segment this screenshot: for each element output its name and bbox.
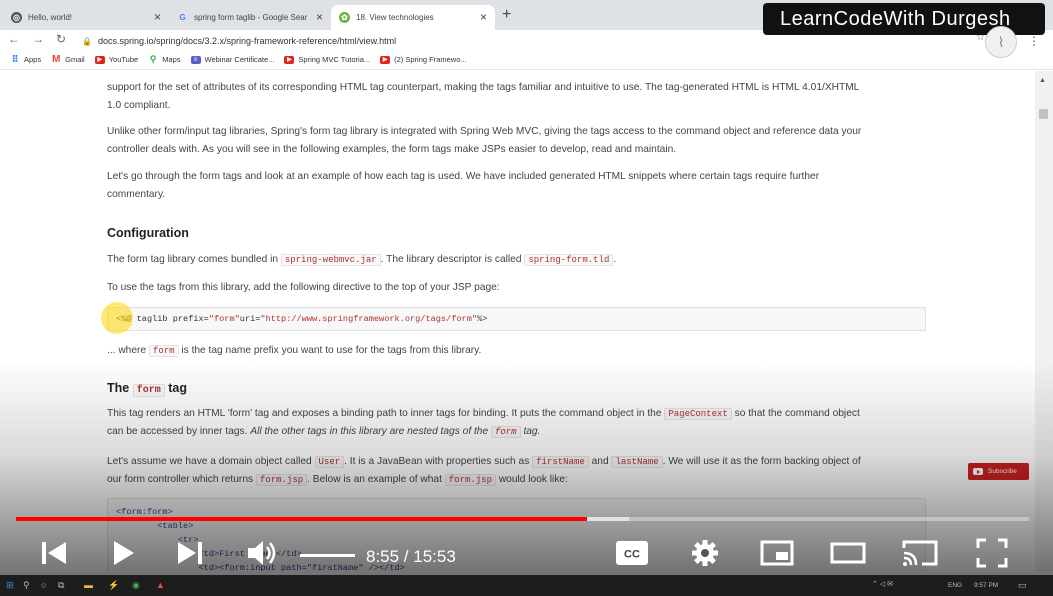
url-input[interactable]: 🔒 docs.spring.io/spring/docs/3.2.x/sprin… [82, 33, 962, 49]
tab-title: spring form taglib - Google Sear [194, 13, 308, 22]
tab-google-search[interactable]: G spring form taglib - Google Sear × [169, 5, 331, 30]
app-icon[interactable]: ▲ [156, 580, 165, 590]
close-icon[interactable]: × [316, 10, 323, 24]
more-menu-icon[interactable]: ⋮ [1028, 34, 1040, 48]
bookmarks-bar: ⠿ Apps M Gmail ▶ YouTube ⚲ Maps ≡ Webinar Cer… [0, 50, 1053, 70]
app-icon[interactable]: ⚡ [108, 580, 119, 591]
youtube-icon [973, 468, 983, 475]
documentation-page: support for the set of attributes of its… [0, 71, 1035, 571]
language-indicator[interactable]: ENG [948, 582, 962, 589]
file-explorer-icon[interactable]: ▬ [84, 580, 93, 590]
google-icon: G [179, 13, 186, 22]
notifications-icon[interactable]: ▭ [1018, 580, 1027, 591]
code-spring-webmvc-jar: spring-webmvc.jar [280, 254, 381, 266]
gmail-icon: M [51, 54, 61, 65]
captions-label: CC [624, 549, 640, 561]
code-form: form [132, 384, 165, 397]
windows-start-icon[interactable]: ⊞ [6, 580, 14, 591]
globe-icon: ◎ [11, 12, 22, 23]
bookmark-maps[interactable]: ⚲ Maps [148, 54, 181, 64]
url-path: /spring/docs/3.2.x/spring-framework-refe… [153, 36, 397, 46]
apps-grid-icon: ⠿ [11, 54, 19, 64]
code-spring-form-tld: spring-form.tld [524, 254, 614, 266]
unlike-paragraph: Unlike other form/input tag libraries, S… [107, 126, 862, 155]
video-progress-bar[interactable] [16, 517, 1029, 521]
spring-icon: ✿ [339, 12, 350, 23]
play-icon[interactable] [110, 538, 138, 568]
bookmark-youtube[interactable]: ▶ YouTube [94, 55, 138, 64]
miniplayer-icon[interactable] [760, 538, 794, 568]
task-view-icon[interactable]: ⧉ [58, 580, 64, 591]
captions-icon[interactable]: CC [615, 540, 649, 566]
settings-gear-icon[interactable] [690, 538, 720, 568]
cursor-highlight [101, 302, 133, 334]
tab-view-technologies[interactable]: ✿ 18. View technologies × [331, 5, 495, 30]
close-icon[interactable]: × [480, 10, 487, 24]
youtube-icon: ▶ [94, 55, 105, 64]
taglib-directive-code: <%@ taglib prefix= "form" uri= "http://www… [107, 307, 926, 331]
config-paragraph: The form tag library comes bundled in sp… [107, 254, 617, 266]
volume-slider[interactable] [300, 554, 355, 557]
url-domain: docs.spring.io [97, 36, 154, 46]
bookmark-webinar[interactable]: ≡ Webinar Certificate... [190, 55, 274, 64]
bookmark-spring-mvc[interactable]: ▶ Spring MVC Tutoria... [284, 55, 370, 64]
clock[interactable]: 9:57 PM [974, 582, 998, 589]
code-user: User [314, 456, 345, 468]
previous-icon[interactable] [40, 538, 68, 568]
tab-hello-world[interactable]: ◎ Hello, world! × [3, 5, 169, 30]
renders-paragraph: This tag renders an HTML 'form' tag and … [107, 408, 860, 438]
back-icon[interactable]: ← [8, 32, 20, 46]
code-firstname: firstName [532, 456, 589, 468]
tab-title: Hello, world! [28, 13, 73, 22]
page-scrollbar[interactable]: ▲ [1035, 71, 1053, 571]
form-tag-heading: The form tag [107, 381, 187, 397]
next-icon[interactable] [176, 538, 204, 568]
scroll-up-icon[interactable]: ▲ [1039, 77, 1046, 84]
code-pagecontext: PageContext [664, 408, 732, 420]
lock-icon: 🔒 [82, 36, 92, 46]
subscribe-button[interactable]: Subscribe [968, 463, 1029, 480]
search-icon[interactable]: ⚲ [23, 580, 30, 591]
close-icon[interactable]: × [154, 10, 161, 24]
assume-paragraph: Let's assume we have a domain object cal… [107, 456, 861, 486]
where-paragraph: ... where form is the tag name prefix yo… [107, 345, 482, 357]
player-controls: 8:55 / 15:53 CC [0, 530, 1053, 574]
chrome-icon[interactable]: ◉ [132, 580, 140, 591]
youtube-icon: ▶ [284, 55, 295, 64]
scroll-thumb[interactable] [1039, 109, 1048, 119]
new-tab-button[interactable]: + [502, 6, 511, 24]
time-display: 8:55 / 15:53 [366, 547, 456, 566]
code-lastname: lastName [611, 456, 663, 468]
cortana-icon[interactable]: ○ [41, 580, 46, 590]
reload-icon[interactable]: ↻ [56, 32, 66, 46]
maps-pin-icon: ⚲ [149, 54, 157, 64]
bookmark-apps[interactable]: ⠿ Apps [10, 54, 41, 64]
intro-paragraph: support for the set of attributes of its… [107, 82, 860, 111]
progress-played [16, 517, 588, 521]
code-form: form [148, 345, 179, 357]
bookmark-spring-framework[interactable]: ▶ (2) Spring Framewo... [380, 55, 467, 64]
configuration-heading: Configuration [107, 226, 189, 240]
bookmark-gmail[interactable]: M Gmail [51, 54, 85, 65]
code-form-jsp: form.jsp [444, 474, 496, 486]
theater-mode-icon[interactable] [830, 538, 866, 568]
tray-icons[interactable]: ⌃ ◁ ✉ [872, 580, 893, 588]
forward-icon[interactable]: → [32, 32, 44, 46]
form-icon: ≡ [190, 55, 201, 64]
tab-title: 18. View technologies [356, 13, 434, 22]
youtube-icon: ▶ [380, 55, 391, 64]
os-taskbar: ⊞ ⚲ ○ ⧉ ▬ ⚡ ◉ ▲ ⌃ ◁ ✉ ENG 9:57 PM ▭ [0, 575, 1053, 596]
avatar[interactable]: ⌇ [985, 26, 1017, 58]
letsgo-paragraph: Let's go through the form tags and look … [107, 171, 820, 200]
fullscreen-icon[interactable] [976, 538, 1008, 568]
volume-icon[interactable] [246, 538, 280, 568]
code-form-jsp: form.jsp [255, 474, 308, 486]
use-tags-paragraph: To use the tags from this library, add t… [107, 282, 500, 293]
code-form: form [490, 426, 521, 438]
cast-icon[interactable] [902, 538, 938, 568]
